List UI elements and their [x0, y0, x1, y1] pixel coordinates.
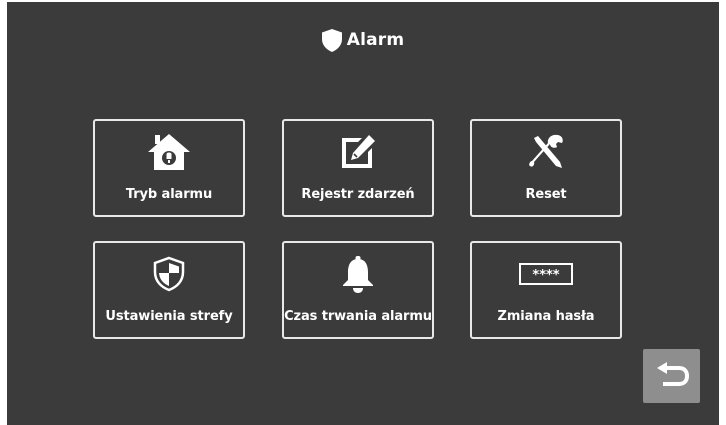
bell-icon: [343, 256, 373, 293]
tile-label: Reset: [525, 187, 567, 202]
password-field-icon: ****: [519, 263, 573, 285]
tools-icon: [529, 134, 563, 168]
back-button[interactable]: [643, 349, 700, 403]
czas-trwania-alarmu-button[interactable]: Czas trwania alarmu: [282, 241, 434, 339]
shield-icon: [321, 28, 342, 52]
tile-label: Tryb alarmu: [125, 187, 213, 202]
password-mask-text: ****: [532, 268, 559, 283]
tile-label: Czas trwania alarmu: [284, 309, 432, 324]
tile-label: Rejestr zdarzeń: [301, 187, 415, 202]
edit-note-icon: [342, 135, 375, 168]
page-title: Alarm: [346, 30, 405, 50]
house-alarm-icon: [148, 134, 190, 170]
zmiana-hasla-button[interactable]: **** Zmiana hasła: [470, 241, 622, 339]
return-arrow-icon: [656, 362, 689, 386]
reset-button[interactable]: Reset: [470, 119, 622, 217]
rejestr-zdarzen-button[interactable]: Rejestr zdarzeń: [282, 119, 434, 217]
zone-shield-icon: [153, 256, 185, 292]
ustawienia-strefy-button[interactable]: Ustawienia strefy: [93, 241, 245, 339]
tryb-alarmu-button[interactable]: Tryb alarmu: [93, 119, 245, 217]
page-header: Alarm: [7, 24, 719, 56]
alarm-screen: Alarm Tryb alarmu Rejestr zdarzeń Reset …: [7, 2, 719, 425]
tile-label: Ustawienia strefy: [105, 309, 233, 324]
tile-label: Zmiana hasła: [497, 309, 595, 324]
